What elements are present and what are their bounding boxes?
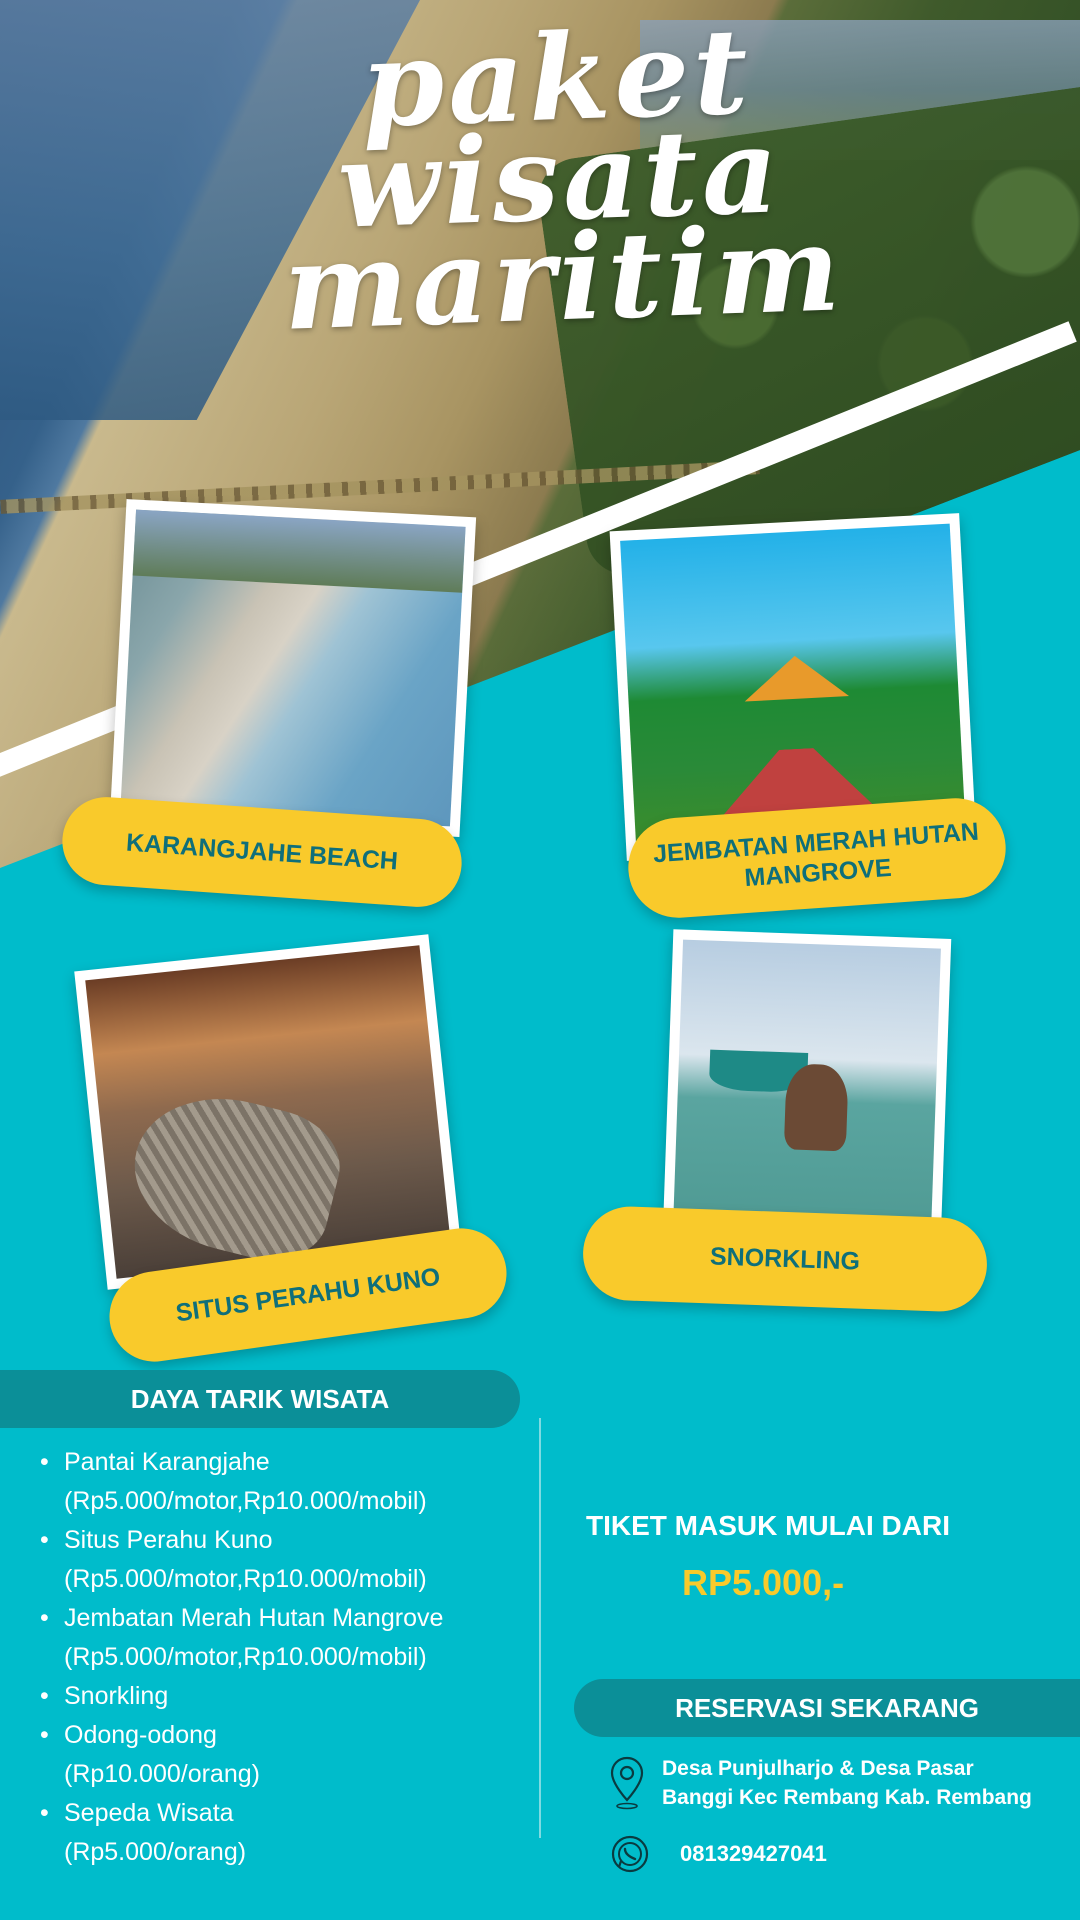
- list-item: Sepeda Wisata (Rp5.000/orang): [30, 1794, 510, 1872]
- photo-card-karangjahe: [109, 499, 477, 837]
- attraction-price: (Rp5.000/motor,Rp10.000/mobil): [64, 1487, 427, 1515]
- attraction-price: (Rp10.000/orang): [64, 1760, 260, 1788]
- address-line-1: Desa Punjulharjo & Desa Pasar: [662, 1757, 974, 1780]
- whatsapp-icon: [610, 1834, 650, 1874]
- photo-card-snorkling: [662, 929, 952, 1245]
- phone-block[interactable]: 081329427041: [610, 1834, 827, 1874]
- attraction-name: Pantai Karangjahe: [64, 1448, 270, 1476]
- address-line-2: Banggi Kec Rembang Kab. Rembang: [662, 1786, 1032, 1809]
- attraction-name: Snorkling: [64, 1682, 169, 1710]
- attraction-name: Jembatan Merah Hutan Mangrove: [64, 1604, 444, 1632]
- attraction-name: Situs Perahu Kuno: [64, 1526, 273, 1554]
- list-item: Pantai Karangjahe (Rp5.000/motor,Rp10.00…: [30, 1443, 510, 1521]
- page-title: paket wisata maritim: [125, 1, 995, 356]
- attraction-price: (Rp5.000/motor,Rp10.000/mobil): [64, 1643, 427, 1671]
- list-item: Situs Perahu Kuno (Rp5.000/motor,Rp10.00…: [30, 1521, 510, 1599]
- phone-number[interactable]: 081329427041: [680, 1841, 827, 1867]
- attraction-name: Sepeda Wisata: [64, 1799, 234, 1827]
- attraction-name: Odong-odong: [64, 1721, 217, 1749]
- photo-snorkling: [673, 939, 941, 1235]
- address-block: Desa Punjulharjo & Desa Pasar Banggi Kec…: [610, 1754, 1080, 1812]
- vertical-divider: [539, 1418, 541, 1838]
- photo-situs-perahu: [85, 945, 451, 1279]
- attraction-list: Pantai Karangjahe (Rp5.000/motor,Rp10.00…: [30, 1443, 510, 1872]
- label-snorkling: SNORKLING: [581, 1204, 989, 1314]
- location-pin-icon: [610, 1756, 644, 1810]
- photo-karangjahe-beach: [120, 509, 466, 827]
- list-item: Snorkling: [30, 1677, 510, 1716]
- attraction-price: (Rp5.000/orang): [64, 1838, 247, 1866]
- ticket-label: TIKET MASUK MULAI DARI: [586, 1510, 950, 1541]
- list-item: Odong-odong (Rp10.000/orang): [30, 1716, 510, 1794]
- ticket-price: RP5.000,-: [682, 1562, 845, 1603]
- reservasi-button[interactable]: RESERVASI SEKARANG: [574, 1679, 1080, 1737]
- attraction-price: (Rp5.000/motor,Rp10.000/mobil): [64, 1565, 427, 1593]
- list-item: Jembatan Merah Hutan Mangrove (Rp5.000/m…: [30, 1599, 510, 1677]
- address-text: Desa Punjulharjo & Desa Pasar Banggi Kec…: [662, 1754, 1080, 1812]
- daya-tarik-heading: DAYA TARIK WISATA: [0, 1370, 520, 1428]
